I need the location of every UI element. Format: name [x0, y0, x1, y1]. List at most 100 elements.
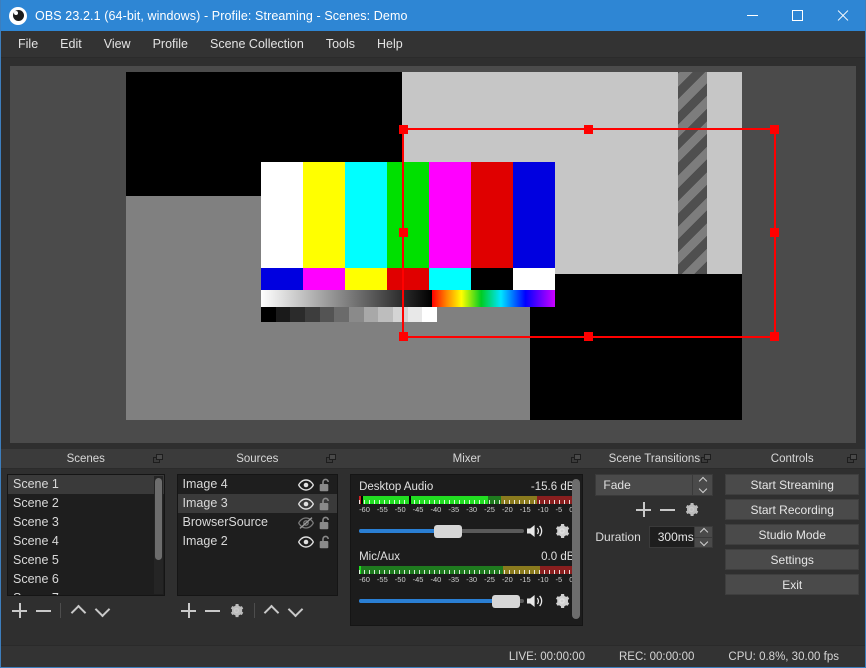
scene-list-item[interactable]: Scene 1	[8, 475, 164, 494]
exit-button[interactable]: Exit	[725, 574, 859, 595]
preview-area[interactable]	[10, 66, 856, 443]
scene-list-item[interactable]: Scene 6	[8, 570, 164, 589]
minimize-button[interactable]	[730, 0, 775, 31]
scenes-list[interactable]: Scene 1 Scene 2 Scene 3 Scene 4 Scene 5 …	[7, 474, 165, 596]
scene-list-item[interactable]: Scene 4	[8, 532, 164, 551]
menu-help[interactable]: Help	[366, 33, 414, 55]
status-live: LIVE: 00:00:00	[508, 650, 585, 663]
channel-settings-button[interactable]	[550, 591, 574, 611]
remove-scene-button[interactable]	[31, 600, 55, 622]
studio-mode-button[interactable]: Studio Mode	[725, 524, 859, 545]
sources-toolbar	[177, 596, 339, 622]
mixer-scrollbar[interactable]	[572, 479, 581, 621]
source-layer-hatch	[678, 72, 707, 274]
slider-knob[interactable]	[433, 525, 462, 538]
resize-handle-top-right[interactable]	[770, 125, 779, 134]
maximize-button[interactable]	[775, 0, 820, 31]
eye-hidden-icon[interactable]	[298, 516, 315, 529]
add-scene-button[interactable]	[7, 600, 31, 622]
menu-bar: File Edit View Profile Scene Collection …	[1, 31, 865, 58]
menu-file[interactable]: File	[7, 33, 49, 55]
duration-value[interactable]: 300ms	[650, 527, 695, 547]
scale-tick: -50	[394, 505, 406, 514]
scale-tick: -25	[484, 575, 495, 584]
scenes-scrollbar-thumb[interactable]	[154, 478, 162, 560]
transition-select-arrows[interactable]	[692, 475, 713, 495]
menu-tools[interactable]: Tools	[315, 33, 366, 55]
menu-view[interactable]: View	[93, 33, 142, 55]
sources-list[interactable]: Image 4 Image 3 BrowserSource Image 2	[176, 474, 339, 596]
float-dock-icon[interactable]	[847, 454, 858, 464]
source-list-item[interactable]: Image 4	[178, 475, 338, 494]
channel-volume-slider[interactable]	[359, 524, 525, 538]
slider-knob[interactable]	[492, 595, 521, 608]
source-list-item[interactable]: Image 3	[177, 494, 338, 513]
source-list-item[interactable]: BrowserSource	[178, 513, 338, 532]
channel-mute-button[interactable]	[524, 591, 550, 611]
source-label: Image 3	[182, 496, 228, 510]
transition-properties-button[interactable]	[679, 498, 703, 520]
scene-list-item[interactable]: Scene 5	[8, 551, 164, 570]
move-source-down-button[interactable]	[284, 600, 308, 622]
scale-tick: -15	[519, 575, 531, 584]
float-dock-icon[interactable]	[326, 454, 337, 464]
channel-settings-button[interactable]	[550, 521, 574, 541]
chevron-up-icon	[699, 527, 709, 536]
channel-name: Desktop Audio	[359, 481, 434, 493]
transition-select[interactable]: Fade	[595, 474, 714, 496]
channel-volume-slider[interactable]	[359, 594, 525, 608]
lock-open-icon[interactable]	[319, 516, 332, 530]
speaker-icon	[527, 525, 543, 537]
scene-list-item[interactable]: Scene 2	[8, 494, 164, 513]
lock-open-icon[interactable]	[319, 497, 332, 511]
status-rec: REC: 00:00:00	[618, 650, 695, 663]
scene-list-item[interactable]: Scene 7	[8, 589, 164, 595]
scenes-scrollbar[interactable]	[153, 476, 163, 594]
transitions-title: Scene Transitions	[608, 452, 701, 465]
mixer-scrollbar-thumb[interactable]	[572, 479, 581, 619]
duration-increment-button[interactable]	[695, 527, 712, 537]
resize-handle-middle-right[interactable]	[770, 228, 779, 237]
settings-button[interactable]: Settings	[725, 549, 859, 570]
scene-transitions-dock: Scene Transitions Fade Duration 300ms	[589, 449, 720, 645]
float-dock-icon[interactable]	[701, 454, 712, 464]
duration-spinbox[interactable]: 300ms	[648, 526, 714, 548]
scale-tick: -15	[519, 505, 531, 514]
start-recording-button[interactable]: Start Recording	[725, 499, 859, 520]
channel-mute-button[interactable]	[524, 521, 550, 541]
channel-name: Mic/Aux	[359, 551, 400, 563]
source-list-item[interactable]: Image 2	[178, 532, 338, 551]
mixer-channel-desktop-audio: Desktop Audio -15.6 dB -60 -55 -50 -45 -…	[359, 481, 575, 541]
preview-canvas[interactable]	[126, 72, 742, 420]
meter-scale: -60 -55 -50 -45 -40 -35 -30 -25 -20 -15 …	[359, 505, 574, 514]
lock-open-icon[interactable]	[319, 478, 332, 492]
scene-list-item[interactable]: Scene 3	[8, 513, 164, 532]
scenes-dock: Scenes Scene 1 Scene 2 Scene 3 Scene 4 S…	[1, 449, 171, 645]
chevron-down-icon	[699, 538, 709, 547]
duration-decrement-button[interactable]	[695, 536, 713, 548]
source-properties-button[interactable]	[225, 600, 249, 622]
scene-label: Scene 5	[13, 553, 59, 567]
add-source-button[interactable]	[177, 600, 201, 622]
remove-source-button[interactable]	[201, 600, 225, 622]
lock-open-icon[interactable]	[319, 535, 332, 549]
float-dock-icon[interactable]	[152, 454, 164, 464]
test-pattern-gradients	[261, 290, 555, 307]
eye-visible-icon[interactable]	[298, 497, 315, 510]
remove-transition-button[interactable]	[655, 498, 679, 520]
eye-visible-icon[interactable]	[298, 478, 315, 491]
mixer-title: Mixer	[452, 452, 481, 465]
eye-visible-icon[interactable]	[298, 535, 315, 548]
move-source-up-button[interactable]	[260, 600, 284, 622]
add-transition-button[interactable]	[631, 498, 655, 520]
float-dock-icon[interactable]	[571, 454, 582, 464]
start-streaming-button[interactable]: Start Streaming	[725, 474, 859, 495]
gear-icon	[685, 502, 699, 516]
resize-handle-bottom-right[interactable]	[770, 332, 779, 341]
move-scene-up-button[interactable]	[66, 600, 90, 622]
menu-profile[interactable]: Profile	[142, 33, 199, 55]
menu-scene-collection[interactable]: Scene Collection	[199, 33, 315, 55]
move-scene-down-button[interactable]	[90, 600, 114, 622]
menu-edit[interactable]: Edit	[49, 33, 93, 55]
close-button[interactable]	[820, 0, 865, 31]
